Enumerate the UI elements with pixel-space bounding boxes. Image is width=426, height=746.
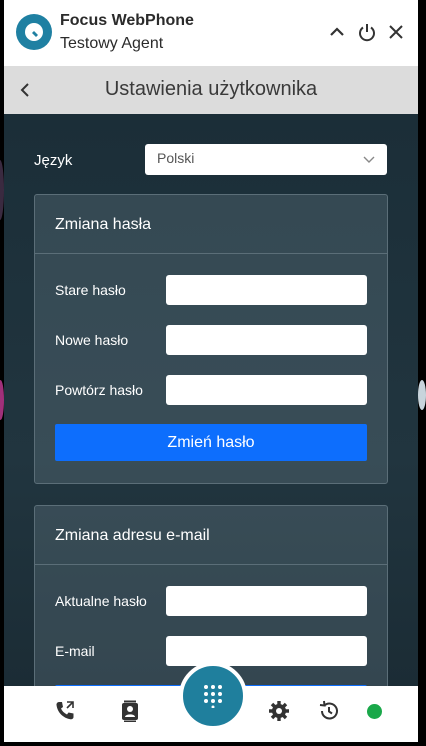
close-button[interactable] [385, 21, 407, 43]
settings-button[interactable] [267, 699, 291, 723]
settings-content[interactable]: Język Polski Zmiana hasła Stare hasło No… [4, 114, 418, 686]
page-title: Ustawienia użytkownika [104, 78, 318, 100]
call-history-button[interactable] [53, 699, 77, 723]
dialpad-button[interactable] [179, 662, 247, 730]
contacts-icon [122, 700, 138, 722]
history-icon [319, 700, 338, 720]
language-select[interactable]: Polski [145, 144, 387, 175]
close-icon [389, 25, 403, 39]
settings-icon [269, 701, 289, 721]
password-change-panel: Zmiana hasła Stare hasło Nowe hasło Powt… [34, 194, 388, 484]
email-change-panel: Zmiana adresu e-mail Aktualne hasło E-ma… [34, 505, 388, 686]
language-selected-value: Polski [157, 150, 195, 166]
history-button[interactable] [317, 699, 341, 723]
email-label: E-mail [55, 643, 95, 659]
password-panel-title: Zmiana hasła [55, 216, 152, 233]
contacts-button[interactable] [118, 699, 142, 723]
power-icon [359, 24, 375, 42]
focus-logo-icon [16, 14, 52, 50]
webphone-window: Focus WebPhone Testowy Agent Ustawienia [4, 0, 418, 742]
chevron-up-icon [330, 27, 344, 36]
old-password-input[interactable] [166, 275, 367, 305]
app-name: Focus WebPhone [60, 12, 194, 29]
page-header: Ustawienia użytkownika [4, 66, 418, 114]
old-password-label: Stare hasło [55, 282, 126, 298]
email-input[interactable] [166, 636, 367, 666]
current-password-input[interactable] [166, 586, 367, 616]
new-password-input[interactable] [166, 325, 367, 355]
repeat-password-label: Powtórz hasło [55, 382, 143, 398]
status-online-indicator [367, 704, 382, 719]
wallpaper-sliver [418, 380, 426, 410]
email-panel-title: Zmiana adresu e-mail [55, 527, 210, 544]
title-bar: Focus WebPhone Testowy Agent [4, 0, 418, 66]
dialpad-icon [204, 685, 222, 708]
current-password-label: Aktualne hasło [55, 593, 147, 609]
panel-divider [35, 564, 387, 565]
agent-name: Testowy Agent [60, 35, 164, 52]
power-button[interactable] [356, 21, 378, 43]
repeat-password-input[interactable] [166, 375, 367, 405]
collapse-button[interactable] [326, 21, 348, 43]
new-password-label: Nowe hasło [55, 332, 129, 348]
language-label: Język [34, 152, 73, 169]
phone-history-icon [56, 701, 74, 720]
panel-divider [35, 253, 387, 254]
chevron-down-icon [363, 156, 375, 163]
change-password-button[interactable]: Zmień hasło [55, 424, 367, 461]
